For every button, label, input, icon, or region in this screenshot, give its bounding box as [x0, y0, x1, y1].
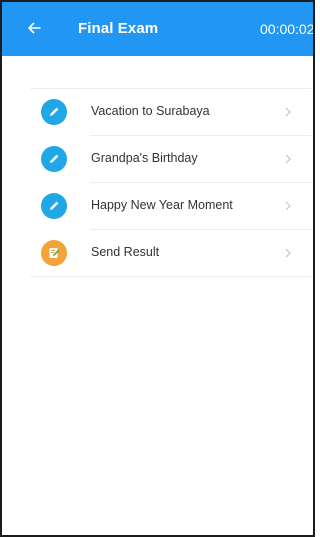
note-edit-icon	[41, 240, 67, 266]
back-button[interactable]	[24, 20, 44, 40]
app-bar: Final Exam 00:00:02	[2, 2, 315, 56]
pencil-icon	[41, 193, 67, 219]
chevron-right-icon	[283, 152, 293, 166]
list-item-vacation[interactable]: Vacation to Surabaya	[30, 89, 311, 136]
list-item-send-result[interactable]: Send Result	[30, 230, 311, 277]
list-item-label: Vacation to Surabaya	[91, 104, 210, 118]
list-item-label: Happy New Year Moment	[91, 198, 233, 212]
page-title: Final Exam	[78, 20, 159, 37]
chevron-right-icon	[283, 199, 293, 213]
list-item-label: Send Result	[91, 245, 160, 259]
list-item-grandpa-birthday[interactable]: Grandpa's Birthday	[30, 136, 311, 183]
list-item-new-year[interactable]: Happy New Year Moment	[30, 183, 311, 230]
exam-task-list: Vacation to Surabaya Grandpa's Birthday	[30, 88, 311, 277]
pencil-icon	[41, 146, 67, 172]
arrow-left-icon	[26, 20, 42, 41]
screen-frame: Final Exam 00:00:02 Vacation to Surabaya…	[0, 0, 315, 537]
pencil-icon	[41, 99, 67, 125]
chevron-right-icon	[283, 105, 293, 119]
list-item-label: Grandpa's Birthday	[91, 151, 198, 165]
exam-timer: 00:00:02	[260, 21, 315, 37]
chevron-right-icon	[283, 246, 293, 260]
